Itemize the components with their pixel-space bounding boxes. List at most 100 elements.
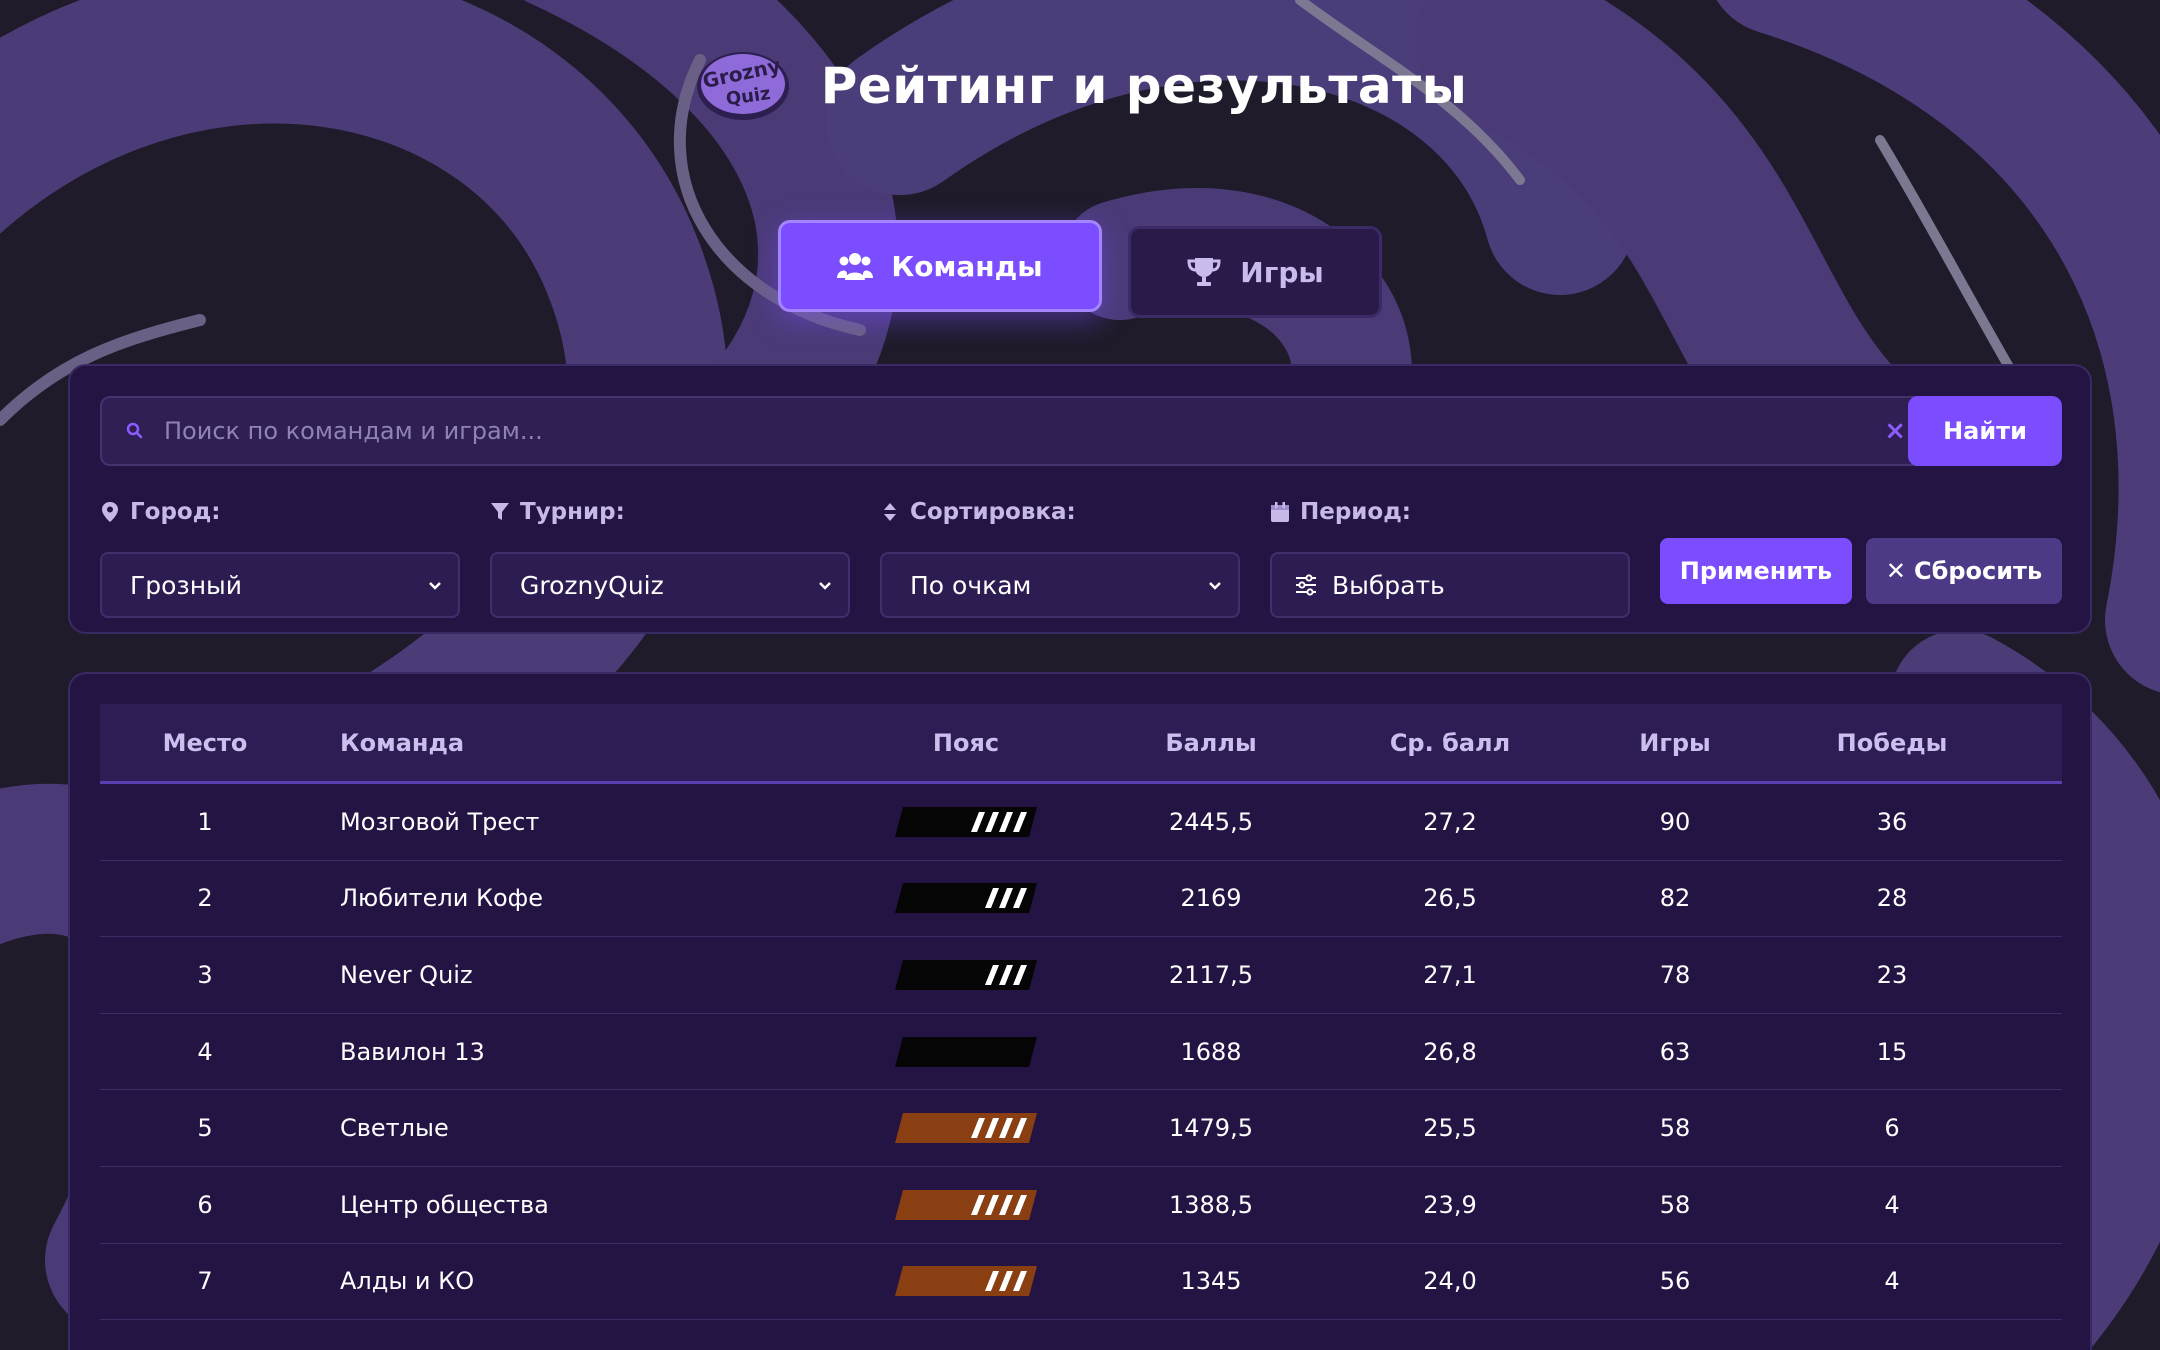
city-select-value: Грозный [130, 570, 243, 600]
team-points: 1688 [1180, 1037, 1242, 1066]
belt-icon [895, 959, 1037, 990]
column-header-wins[interactable]: Победы [1786, 729, 1998, 757]
team-avg-score: 27,2 [1423, 807, 1477, 836]
team-wins: 36 [1876, 807, 1908, 836]
chevron-down-icon [819, 582, 831, 590]
table-row[interactable]: 4 Вавилон 13 1688 26,8 63 15 [100, 1014, 2062, 1091]
team-place: 6 [197, 1190, 213, 1219]
tab-teams-label: Команды [891, 249, 1043, 283]
map-pin-icon [102, 502, 118, 522]
team-wins: 15 [1876, 1037, 1908, 1066]
team-place: 3 [197, 960, 213, 989]
calendar-icon [1271, 502, 1289, 522]
column-header-points[interactable]: Баллы [1086, 729, 1336, 757]
header: Grozny Quiz Рейтинг и результаты [0, 48, 2160, 124]
team-place: 4 [197, 1037, 213, 1066]
search-icon [126, 422, 143, 439]
table-row[interactable]: 2 Любители Кофе 2169 26,5 82 28 [100, 861, 2062, 938]
column-header-belt[interactable]: Пояс [846, 729, 1086, 757]
page-title: Рейтинг и результаты [820, 57, 1468, 115]
sort-select[interactable]: По очкам [880, 552, 1240, 618]
table-row[interactable]: 5 Светлые 1479,5 25,5 58 6 [100, 1090, 2062, 1167]
period-label-text: Период: [1300, 499, 1412, 525]
sort-select-value: По очкам [910, 570, 1032, 600]
tab-teams[interactable]: Команды [778, 220, 1102, 312]
rating-table: Место Команда Пояс Баллы Ср. балл Игры П… [100, 704, 2062, 1321]
grozny-quiz-logo-icon[interactable]: Grozny Quiz [693, 48, 793, 124]
belt-icon [895, 1113, 1037, 1144]
team-points: 2445,5 [1169, 807, 1253, 836]
period-select[interactable]: Выбрать [1270, 552, 1630, 618]
team-wins: 28 [1876, 884, 1908, 913]
users-icon [837, 253, 874, 280]
team-avg-score: 26,8 [1423, 1037, 1477, 1066]
table-body: 1 Мозговой Трест 2445,5 27,2 90 36 2 Любители К… [100, 784, 2062, 1321]
table-row[interactable]: 6 Центр общества 1388,5 23,9 58 4 [100, 1167, 2062, 1244]
clear-search-icon[interactable]: × [1884, 416, 1906, 446]
team-name[interactable]: Центр общества [310, 1191, 846, 1219]
team-avg-score: 25,5 [1423, 1114, 1477, 1143]
belt-band [895, 806, 1037, 837]
table-row[interactable]: 7 Алды и КО 1345 24,0 56 4 [100, 1244, 2062, 1321]
search-input[interactable] [164, 401, 1885, 461]
team-games: 58 [1659, 1114, 1691, 1143]
apply-button[interactable]: Применить [1660, 538, 1852, 604]
team-name[interactable]: Вавилон 13 [310, 1038, 846, 1066]
belt-cell [846, 1188, 1086, 1222]
reset-button[interactable]: ✕ Сбросить [1866, 538, 2062, 604]
chevron-down-icon [429, 582, 441, 590]
tournament-select[interactable]: GroznyQuiz [490, 552, 850, 618]
team-name[interactable]: Светлые [310, 1114, 846, 1142]
sliders-icon [1296, 574, 1316, 596]
belt-band [895, 959, 1037, 990]
column-header-games[interactable]: Игры [1564, 729, 1786, 757]
table-header: Место Команда Пояс Баллы Ср. балл Игры П… [100, 704, 2062, 784]
team-place: 5 [197, 1114, 213, 1143]
table-row[interactable]: 3 Never Quiz 2117,5 27,1 78 23 [100, 937, 2062, 1014]
team-wins: 4 [1884, 1267, 1900, 1296]
team-name[interactable]: Любители Кофе [310, 884, 846, 912]
filter-icon [491, 503, 509, 520]
table-row[interactable]: 1 Мозговой Трест 2445,5 27,2 90 36 [100, 784, 2062, 861]
period-select-value: Выбрать [1332, 570, 1445, 600]
tab-games-label: Игры [1240, 255, 1324, 289]
team-avg-score: 23,9 [1423, 1190, 1477, 1219]
team-name[interactable]: Мозговой Трест [310, 808, 846, 836]
belt-cell [846, 1035, 1086, 1069]
tab-games[interactable]: Игры [1128, 226, 1382, 318]
tournament-select-value: GroznyQuiz [520, 570, 664, 600]
team-avg-score: 26,5 [1423, 884, 1477, 913]
team-name[interactable]: Never Quiz [310, 961, 846, 989]
team-avg-score: 24,0 [1423, 1267, 1477, 1296]
team-games: 82 [1659, 884, 1691, 913]
search-button[interactable]: Найти [1908, 396, 2062, 466]
team-wins: 6 [1884, 1114, 1900, 1143]
sort-label-text: Сортировка: [910, 499, 1076, 525]
team-games: 90 [1659, 807, 1691, 836]
column-header-avg[interactable]: Ср. балл [1336, 729, 1564, 757]
belt-cell [846, 881, 1086, 915]
column-header-place[interactable]: Место [100, 729, 310, 757]
tournament-label-text: Турнир: [520, 499, 625, 525]
tournament-filter-label: Турнир: [490, 494, 850, 530]
city-select[interactable]: Грозный [100, 552, 460, 618]
chevron-down-icon [1209, 582, 1221, 590]
belt-cell [846, 805, 1086, 839]
page: Grozny Quiz Рейтинг и результаты Команды [0, 0, 2160, 1350]
belt-icon [895, 883, 1037, 914]
team-name[interactable]: Алды и КО [310, 1267, 846, 1295]
reset-button-label: Сбросить [1913, 557, 2043, 585]
city-filter-label: Город: [100, 494, 460, 530]
city-filter: Город: Грозный [100, 494, 460, 618]
filter-panel: × Найти Город: Грозный Турнир: GroznyQui… [68, 364, 2092, 634]
column-header-team[interactable]: Команда [310, 729, 846, 757]
team-avg-score: 27,1 [1423, 960, 1477, 989]
sort-filter: Сортировка: По очкам [880, 494, 1240, 618]
rating-table-panel: Место Команда Пояс Баллы Ср. балл Игры П… [68, 672, 2092, 1350]
tournament-filter: Турнир: GroznyQuiz [490, 494, 850, 618]
sort-filter-label: Сортировка: [880, 494, 1240, 530]
team-place: 1 [197, 807, 213, 836]
city-label-text: Город: [130, 499, 221, 525]
search-box[interactable]: × [100, 396, 1954, 466]
team-place: 2 [197, 884, 213, 913]
